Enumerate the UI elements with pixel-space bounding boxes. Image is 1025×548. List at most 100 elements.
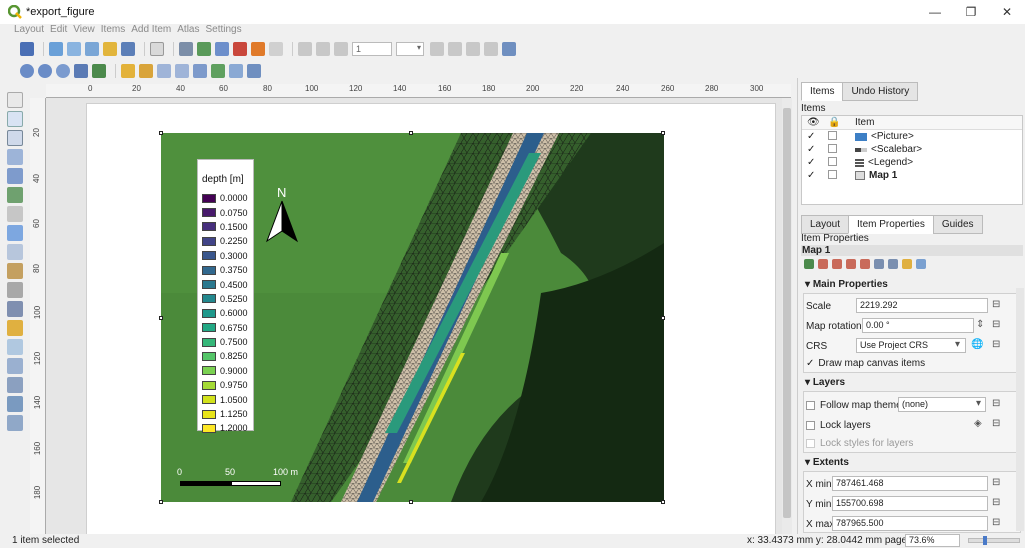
selection-handle[interactable] xyxy=(409,500,413,504)
first-feature-icon[interactable] xyxy=(316,42,330,56)
visibility-check[interactable]: ✓ xyxy=(802,157,828,168)
update-preview-icon[interactable] xyxy=(804,259,814,269)
tab-item-properties[interactable]: Item Properties xyxy=(848,215,934,234)
view-scale-icon[interactable] xyxy=(860,259,870,269)
layers-icon[interactable]: ◈ xyxy=(974,418,990,431)
lock-items-icon[interactable] xyxy=(247,64,261,78)
add-polygon-icon[interactable] xyxy=(7,358,23,374)
zoom-100-icon[interactable] xyxy=(56,64,70,78)
atlas-page-field[interactable]: 1 xyxy=(352,42,392,56)
visibility-check[interactable]: ✓ xyxy=(802,131,828,142)
data-defined-override-icon[interactable]: ⊟ xyxy=(992,339,1008,352)
lock-checkbox[interactable] xyxy=(828,156,837,166)
lock-styles-checkbox[interactable]: Lock styles for layers xyxy=(806,438,913,449)
add-3d-map-icon[interactable] xyxy=(7,206,23,222)
add-polyline-icon[interactable] xyxy=(7,377,23,393)
minimize-button[interactable]: — xyxy=(917,0,953,24)
set-extent-icon[interactable] xyxy=(818,259,828,269)
atlas-export-icon[interactable] xyxy=(484,42,498,56)
selection-handle[interactable] xyxy=(661,500,665,504)
save-icon[interactable] xyxy=(20,42,34,56)
list-item[interactable]: ✓ Map 1 xyxy=(802,169,1022,182)
map-legend[interactable]: depth [m] 0.0000 0.0750 0.1500 0.2250 0.… xyxy=(197,159,254,433)
undo-icon[interactable] xyxy=(251,42,265,56)
crs-dropdown[interactable]: Use Project CRS xyxy=(856,338,966,353)
properties-scrollbar[interactable] xyxy=(1016,288,1024,531)
data-defined-override-icon[interactable]: ⊟ xyxy=(992,319,1008,332)
raise-items-icon[interactable] xyxy=(121,64,135,78)
extents-header[interactable]: ▾ Extents xyxy=(801,457,1023,468)
group-icon[interactable] xyxy=(211,64,225,78)
lock-layers-checkbox[interactable]: Lock layers xyxy=(806,420,871,431)
tab-layout[interactable]: Layout xyxy=(801,215,850,234)
list-item[interactable]: ✓ <Picture> xyxy=(802,130,1022,143)
data-defined-override-icon[interactable]: ⊟ xyxy=(992,398,1008,411)
view-extent-icon[interactable] xyxy=(832,259,842,269)
menu-layout[interactable]: Layout xyxy=(14,24,44,38)
3d-settings-icon[interactable] xyxy=(916,259,926,269)
redo-icon[interactable] xyxy=(269,42,283,56)
menu-items[interactable]: Items xyxy=(101,24,125,38)
last-feature-icon[interactable] xyxy=(448,42,462,56)
layout-canvas[interactable]: depth [m] 0.0000 0.0750 0.1500 0.2250 0.… xyxy=(46,98,791,534)
add-marker-icon[interactable] xyxy=(7,339,23,355)
menu-atlas[interactable]: Atlas xyxy=(177,24,199,38)
refresh-icon[interactable] xyxy=(92,64,106,78)
scale-field[interactable]: 2219.292 xyxy=(856,298,988,313)
selection-handle[interactable] xyxy=(159,131,163,135)
previous-feature-icon[interactable] xyxy=(334,42,348,56)
menu-settings[interactable]: Settings xyxy=(205,24,241,38)
distribute-icon[interactable] xyxy=(175,64,189,78)
lower-items-icon[interactable] xyxy=(139,64,153,78)
zoom-combo[interactable]: 73.6% xyxy=(905,534,960,547)
map-theme-dropdown[interactable]: (none) xyxy=(898,397,986,412)
add-html-icon[interactable] xyxy=(7,396,23,412)
map-item[interactable]: depth [m] 0.0000 0.0750 0.1500 0.2250 0.… xyxy=(161,133,664,502)
resize-icon[interactable] xyxy=(193,64,207,78)
add-attribute-table-icon[interactable] xyxy=(7,415,23,431)
save-template-icon[interactable] xyxy=(121,42,135,56)
atlas-settings-icon[interactable] xyxy=(502,42,516,56)
labeling-icon[interactable] xyxy=(888,259,898,269)
atlas-print-icon[interactable] xyxy=(466,42,480,56)
page-setup-icon[interactable] xyxy=(150,42,164,56)
checkbox-box[interactable] xyxy=(806,439,815,448)
close-button[interactable]: ✕ xyxy=(989,0,1025,24)
maximize-button[interactable]: ❐ xyxy=(953,0,989,24)
xmax-field[interactable]: 787965.500 xyxy=(832,516,988,531)
tab-items[interactable]: Items xyxy=(801,82,844,101)
xmin-field[interactable]: 787461.468 xyxy=(832,476,988,491)
scrollbar-thumb[interactable] xyxy=(783,108,791,518)
data-defined-override-icon[interactable]: ⊟ xyxy=(992,299,1008,312)
zoom-out-icon[interactable] xyxy=(38,64,52,78)
selection-handle[interactable] xyxy=(159,500,163,504)
zoom-tool-icon[interactable] xyxy=(7,111,23,127)
print-icon[interactable] xyxy=(179,42,193,56)
select-crs-icon[interactable]: 🌐 xyxy=(971,339,987,352)
clipping-icon[interactable] xyxy=(902,259,912,269)
ungroup-icon[interactable] xyxy=(229,64,243,78)
main-properties-header[interactable]: ▾ Main Properties xyxy=(801,279,1023,290)
canvas-scrollbar[interactable] xyxy=(782,98,792,534)
checkbox-box[interactable] xyxy=(806,401,815,410)
set-scale-icon[interactable] xyxy=(846,259,856,269)
open-template-icon[interactable] xyxy=(103,42,117,56)
add-north-arrow-icon[interactable] xyxy=(7,301,23,317)
select-tool-icon[interactable] xyxy=(7,130,23,146)
lock-checkbox[interactable] xyxy=(828,169,837,179)
data-defined-override-icon[interactable]: ⊟ xyxy=(992,418,1008,431)
zoom-full-icon[interactable] xyxy=(74,64,88,78)
checkbox-box[interactable] xyxy=(806,421,815,430)
ymin-field[interactable]: 155700.698 xyxy=(832,496,988,511)
menu-add-item[interactable]: Add Item xyxy=(131,24,171,38)
edit-nodes-icon[interactable] xyxy=(7,168,23,184)
selection-handle[interactable] xyxy=(661,131,665,135)
add-scalebar-icon[interactable] xyxy=(7,282,23,298)
spin-arrows-icon[interactable]: ⇕ xyxy=(976,319,992,332)
zoom-slider-handle[interactable] xyxy=(983,536,987,545)
data-defined-override-icon[interactable]: ⊟ xyxy=(992,497,1008,510)
next-feature-icon[interactable] xyxy=(430,42,444,56)
pan-icon[interactable] xyxy=(7,92,23,108)
lock-checkbox[interactable] xyxy=(828,130,837,140)
menu-view[interactable]: View xyxy=(73,24,95,38)
